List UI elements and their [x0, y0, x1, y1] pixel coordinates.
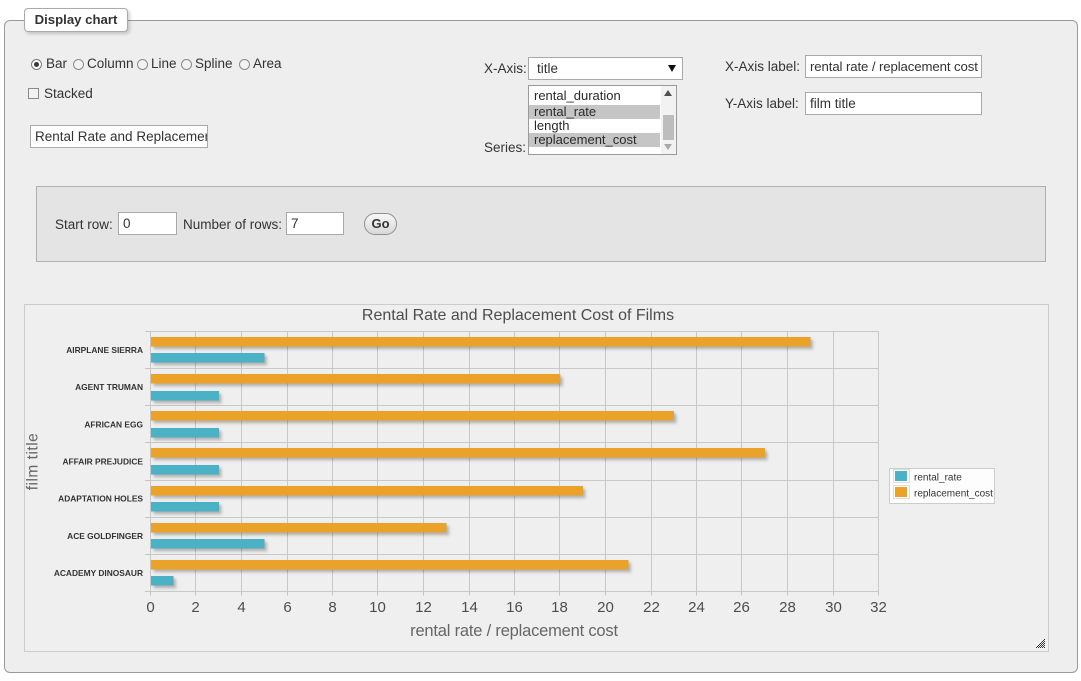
- svg-text:8: 8: [328, 599, 336, 616]
- svg-text:6: 6: [283, 599, 291, 616]
- svg-text:Rental Rate and Replacement Co: Rental Rate and Replacement Cost of Film…: [362, 307, 674, 324]
- svg-text:AFRICAN EGG: AFRICAN EGG: [84, 419, 143, 429]
- svg-text:24: 24: [688, 599, 705, 616]
- svg-text:0: 0: [146, 599, 154, 616]
- svg-text:2: 2: [191, 599, 199, 616]
- svg-text:ADAPTATION HOLES: ADAPTATION HOLES: [58, 494, 143, 504]
- svg-text:rental_rate: rental_rate: [914, 473, 962, 484]
- svg-text:18: 18: [551, 599, 568, 616]
- svg-text:26: 26: [733, 599, 750, 616]
- svg-text:ACADEMY DINOSAUR: ACADEMY DINOSAUR: [54, 568, 143, 578]
- svg-text:28: 28: [779, 599, 796, 616]
- svg-text:ACE GOLDFINGER: ACE GOLDFINGER: [67, 531, 143, 541]
- svg-text:20: 20: [597, 599, 614, 616]
- svg-text:4: 4: [237, 599, 245, 616]
- svg-text:10: 10: [369, 599, 386, 616]
- svg-text:22: 22: [643, 599, 660, 616]
- svg-text:AIRPLANE SIERRA: AIRPLANE SIERRA: [66, 345, 143, 355]
- svg-text:16: 16: [506, 599, 523, 616]
- svg-text:film title: film title: [25, 433, 42, 491]
- svg-text:32: 32: [870, 599, 887, 616]
- svg-text:14: 14: [461, 599, 478, 616]
- svg-text:12: 12: [415, 599, 432, 616]
- svg-text:AFFAIR PREJUDICE: AFFAIR PREJUDICE: [62, 457, 143, 467]
- svg-text:rental rate / replacement cost: rental rate / replacement cost: [410, 622, 618, 640]
- svg-text:30: 30: [825, 599, 842, 616]
- svg-text:AGENT TRUMAN: AGENT TRUMAN: [75, 382, 143, 392]
- svg-text:replacement_cost: replacement_cost: [914, 489, 993, 500]
